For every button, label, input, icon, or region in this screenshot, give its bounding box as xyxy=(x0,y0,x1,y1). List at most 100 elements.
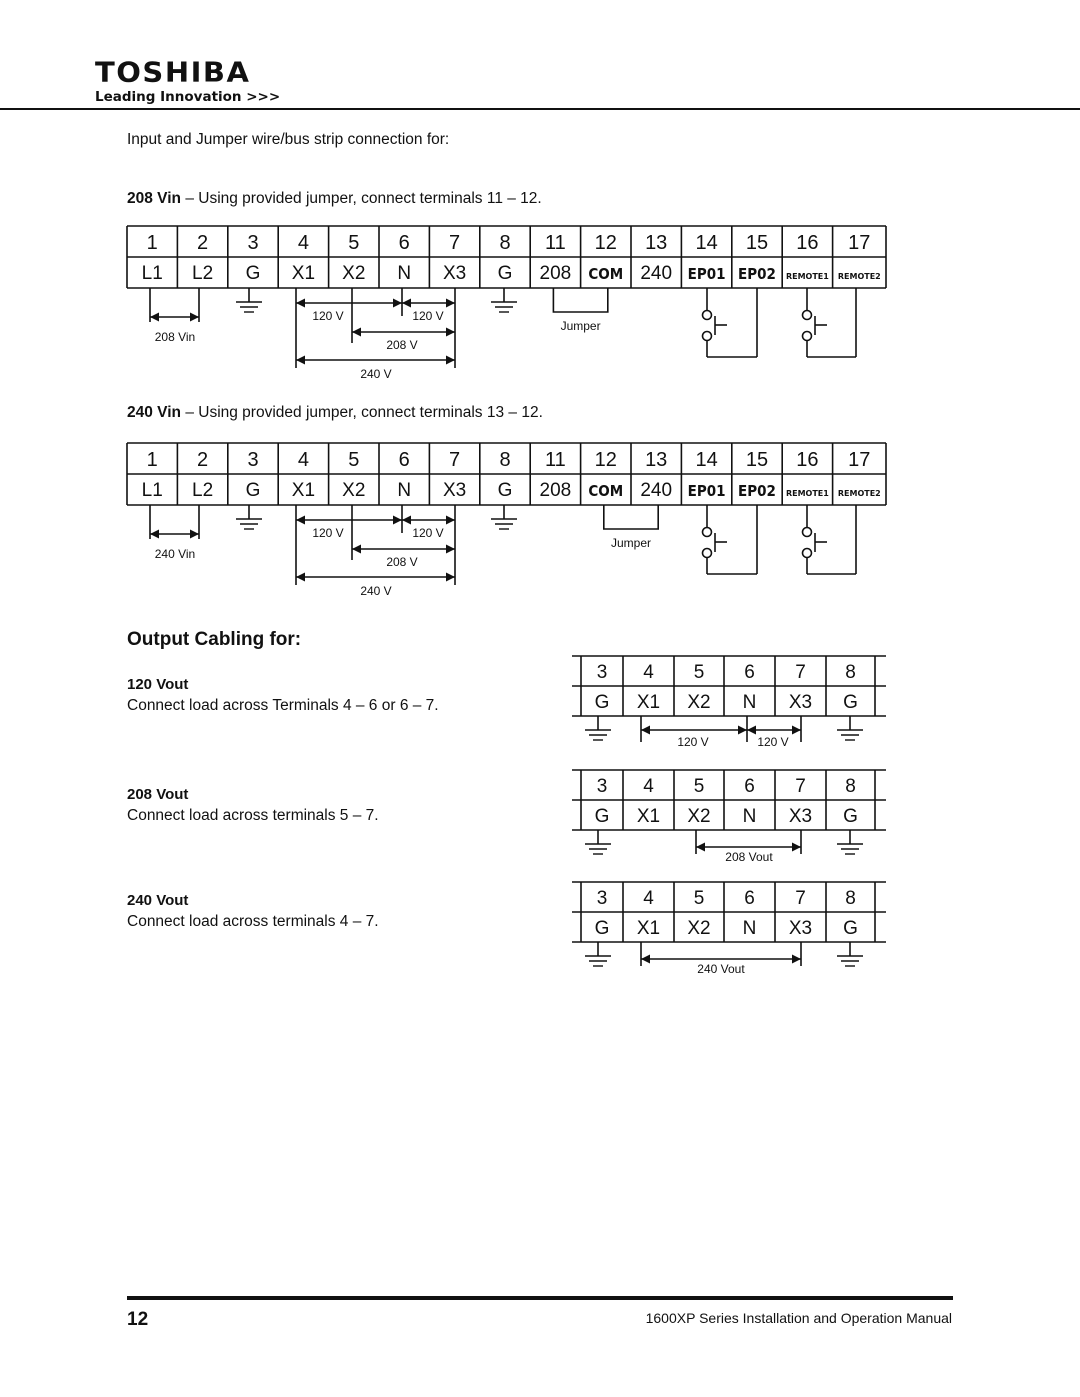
terminal-label: 240 xyxy=(640,480,672,501)
terminal-label: COM xyxy=(588,265,623,283)
terminal-number: 16 xyxy=(796,449,818,471)
contact-icon xyxy=(701,309,713,321)
dim-label: 240 V xyxy=(360,584,391,598)
dim-label: 120 V xyxy=(312,526,343,540)
dim-label: 120 V xyxy=(312,309,343,323)
arrow-head-icon xyxy=(402,298,411,308)
dim-label: 120 V xyxy=(757,735,788,749)
terminal-label: G xyxy=(595,918,610,939)
arrow-head-icon xyxy=(641,725,650,735)
vin-label: 208 Vin xyxy=(155,330,195,344)
terminal-number: 5 xyxy=(348,232,359,254)
terminal-label: G xyxy=(843,692,858,713)
terminal-label: L2 xyxy=(192,480,213,501)
terminal-number: 7 xyxy=(795,888,806,909)
terminal-label: G xyxy=(246,263,261,284)
dim-label: 208 Vout xyxy=(725,850,773,864)
arrow-head-icon xyxy=(393,298,402,308)
terminal-number: 15 xyxy=(746,232,768,254)
terminal-number: 1 xyxy=(147,232,158,254)
terminal-label: L2 xyxy=(192,263,213,284)
arrow-head-icon xyxy=(446,544,455,554)
terminal-number: 15 xyxy=(746,449,768,471)
dim-label: 240 Vout xyxy=(697,962,745,976)
terminal-label: G xyxy=(246,480,261,501)
terminal-number: 4 xyxy=(643,662,654,683)
terminal-number: 7 xyxy=(795,776,806,797)
arrow-head-icon xyxy=(150,312,159,322)
terminal-number: 3 xyxy=(247,232,258,254)
terminal-number: 5 xyxy=(694,888,705,909)
arrow-head-icon xyxy=(190,529,199,539)
terminal-number: 12 xyxy=(595,449,617,471)
terminal-label: 208 xyxy=(540,263,572,284)
terminal-label: X3 xyxy=(789,918,812,939)
terminal-label: X3 xyxy=(443,480,466,501)
terminal-number: 4 xyxy=(643,776,654,797)
terminal-number: 3 xyxy=(597,776,608,797)
terminal-label: G xyxy=(595,806,610,827)
terminal-label: X2 xyxy=(342,263,365,284)
terminal-label: REMOTE1 xyxy=(786,272,829,281)
terminal-label: X2 xyxy=(687,806,710,827)
contact-icon xyxy=(801,309,813,321)
wiring-diagrams: 1 L1 2 L2 3 G 4 X1 5 X2 6 N 7 X3 8 G 11 208 12 COM 13 240 1 4 EP… xyxy=(126,225,887,976)
terminal-number: 11 xyxy=(545,449,566,471)
terminal-number: 8 xyxy=(845,662,856,683)
terminal-number: 5 xyxy=(694,662,705,683)
arrow-head-icon xyxy=(446,355,455,365)
terminal-number: 4 xyxy=(298,449,309,471)
terminal-number: 3 xyxy=(247,449,258,471)
terminal-number: 12 xyxy=(595,232,617,254)
dim-label: 120 V xyxy=(677,735,708,749)
terminal-number: 13 xyxy=(645,449,667,471)
terminal-label: EP02 xyxy=(738,265,776,283)
terminal-label: N xyxy=(397,480,411,501)
contact-icon xyxy=(701,526,713,538)
dim-label: 208 V xyxy=(386,555,417,569)
terminal-number: 6 xyxy=(399,232,410,254)
terminal-label: N xyxy=(743,918,757,939)
contact-icon xyxy=(801,330,813,342)
terminal-label: 240 xyxy=(640,263,672,284)
terminal-number: 1 xyxy=(147,449,158,471)
terminal-number: 8 xyxy=(499,232,510,254)
terminal-label: REMOTE2 xyxy=(838,272,881,281)
terminal-number: 13 xyxy=(645,232,667,254)
terminal-label: G xyxy=(595,692,610,713)
terminal-number: 6 xyxy=(744,888,755,909)
arrow-head-icon xyxy=(792,842,801,852)
arrow-head-icon xyxy=(641,954,650,964)
dim-label: 120 V xyxy=(412,309,443,323)
arrow-head-icon xyxy=(352,544,361,554)
terminal-number: 2 xyxy=(197,232,208,254)
vin-label: 240 Vin xyxy=(155,547,195,561)
terminal-label: REMOTE1 xyxy=(786,489,829,498)
arrow-head-icon xyxy=(792,725,801,735)
terminal-number: 2 xyxy=(197,449,208,471)
terminal-label: EP01 xyxy=(688,265,726,283)
footer-rule xyxy=(127,1296,953,1300)
terminal-number: 5 xyxy=(694,776,705,797)
terminal-number: 3 xyxy=(597,662,608,683)
terminal-number: 8 xyxy=(845,776,856,797)
contact-icon xyxy=(801,526,813,538)
terminal-number: 17 xyxy=(848,232,870,254)
contact-icon xyxy=(701,547,713,559)
jumper-wire xyxy=(552,288,609,313)
terminal-label: N xyxy=(743,692,757,713)
terminal-label: 208 xyxy=(540,480,572,501)
arrow-head-icon xyxy=(696,842,705,852)
terminal-label: L1 xyxy=(142,480,163,501)
terminal-label: X1 xyxy=(292,480,315,501)
arrow-head-icon xyxy=(296,298,305,308)
terminal-label: X3 xyxy=(789,806,812,827)
arrow-head-icon xyxy=(792,954,801,964)
terminal-number: 4 xyxy=(298,232,309,254)
terminal-label: X1 xyxy=(292,263,315,284)
arrow-head-icon xyxy=(747,725,756,735)
arrow-head-icon xyxy=(446,515,455,525)
terminal-number: 8 xyxy=(499,449,510,471)
terminal-number: 3 xyxy=(597,888,608,909)
terminal-number: 5 xyxy=(348,449,359,471)
